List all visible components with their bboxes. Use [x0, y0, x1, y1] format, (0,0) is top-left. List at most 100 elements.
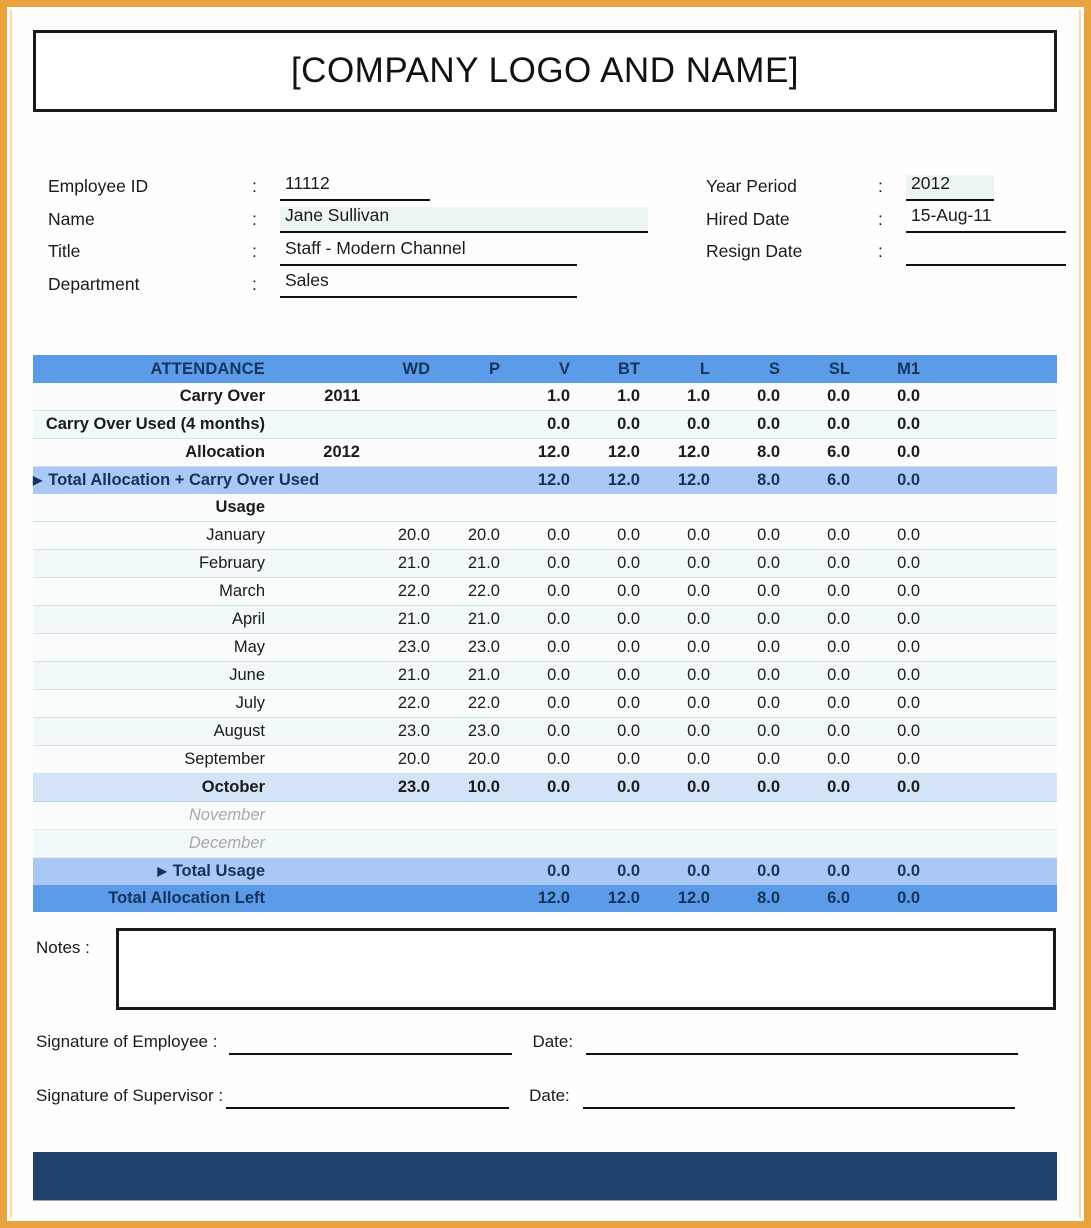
month-tail	[933, 549, 1057, 578]
month-sl-value: 0.0	[793, 689, 863, 718]
month-label: March	[33, 577, 278, 606]
month-p-value: 21.0	[443, 605, 513, 634]
table-row-total-allocation[interactable]: ▶ Total Allocation + Carry Over Used 12.0…	[33, 466, 1057, 495]
header-spacer	[278, 355, 373, 383]
month-year-spacer	[278, 773, 373, 802]
allocation-bt: 12.0	[583, 438, 653, 467]
col-header-l: L	[699, 359, 710, 378]
carry-over-used-p	[443, 410, 513, 439]
table-row-month: December	[33, 829, 1057, 858]
table-row-month: February 21.0 21.0 0.0 0.0 0.0 0.0 0.0 0.0	[33, 549, 1057, 578]
month-label: September	[33, 745, 278, 774]
allocation-sl: 6.0	[793, 438, 863, 467]
row-label-total-allocation: ▶ Total Allocation + Carry Over Used	[33, 467, 319, 495]
year-period-input[interactable]: 2012	[906, 174, 994, 201]
month-s-value: 0.0	[723, 605, 793, 634]
month-sl-value	[793, 829, 863, 858]
title-input[interactable]: Staff - Modern Channel	[280, 239, 577, 266]
month-tail	[933, 689, 1057, 718]
carry-over-used-year	[278, 410, 373, 439]
col-header-p: P	[488, 359, 500, 378]
expand-triangle-icon[interactable]: ▶	[157, 865, 166, 877]
month-label: June	[33, 661, 278, 690]
month-wd-value: 20.0	[373, 521, 443, 550]
allocation-tail	[933, 438, 1057, 467]
month-m1-value: 0.0	[863, 661, 933, 690]
allocation-year: 2012	[278, 438, 373, 467]
employee-date-label: Date:	[532, 1032, 574, 1051]
total-allocation-bt: 12.0	[607, 471, 640, 489]
table-row-month: September 20.0 20.0 0.0 0.0 0.0 0.0 0.0 0.0	[33, 745, 1057, 774]
supervisor-date-input[interactable]	[582, 1085, 1015, 1109]
allocation-s: 8.0	[723, 438, 793, 467]
employee-signature-input[interactable]	[229, 1031, 513, 1055]
month-m1-value	[863, 801, 933, 830]
expand-triangle-icon[interactable]: ▶	[33, 474, 42, 486]
month-wd-value	[373, 829, 443, 858]
total-left-s: 8.0	[757, 889, 780, 907]
month-wd-value: 21.0	[373, 605, 443, 634]
month-p-value: 10.0	[443, 773, 513, 802]
total-left-l: 12.0	[677, 889, 710, 907]
month-s-value: 0.0	[723, 577, 793, 606]
table-row-month: November	[33, 801, 1057, 830]
month-wd-value: 22.0	[373, 689, 443, 718]
month-l-value: 0.0	[653, 577, 723, 606]
col-header-v: V	[558, 359, 570, 378]
month-m1-value: 0.0	[863, 773, 933, 802]
total-allocation-v: 12.0	[537, 471, 570, 489]
supervisor-signature-input[interactable]	[226, 1085, 510, 1109]
attendance-form-page: [COMPANY LOGO AND NAME] Employee ID : 11…	[0, 0, 1091, 1228]
month-bt-value: 0.0	[583, 521, 653, 550]
month-s-value: 0.0	[723, 745, 793, 774]
carry-over-p	[443, 383, 513, 411]
month-bt-value: 0.0	[583, 661, 653, 690]
month-l-value: 0.0	[653, 717, 723, 746]
month-s-value	[723, 829, 793, 858]
month-bt-value: 0.0	[583, 717, 653, 746]
month-l-value: 0.0	[653, 633, 723, 662]
month-label: July	[33, 689, 278, 718]
field-employee-id: Employee ID : 11112	[48, 168, 658, 201]
field-title: Title : Staff - Modern Channel	[48, 233, 658, 266]
supervisor-signature-label: Signature of Supervisor :	[36, 1086, 224, 1105]
month-s-value: 0.0	[723, 773, 793, 802]
month-v-value: 0.0	[513, 745, 583, 774]
total-usage-bt: 0.0	[617, 862, 640, 880]
employee-id-input[interactable]: 11112	[280, 174, 430, 201]
carry-over-tail	[933, 383, 1057, 411]
carry-over-used-s: 0.0	[723, 410, 793, 439]
month-year-spacer	[278, 605, 373, 634]
month-v-value: 0.0	[513, 689, 583, 718]
employee-date-input[interactable]	[586, 1031, 1019, 1055]
carry-over-sl: 0.0	[793, 383, 863, 411]
table-row-month: May 23.0 23.0 0.0 0.0 0.0 0.0 0.0 0.0	[33, 633, 1057, 662]
year-period-colon: :	[878, 176, 883, 196]
month-sl-value: 0.0	[793, 661, 863, 690]
allocation-l: 12.0	[653, 438, 723, 467]
usage-label-v	[513, 494, 583, 522]
department-input[interactable]: Sales	[280, 271, 577, 298]
footer-bar	[33, 1152, 1057, 1201]
month-p-value: 23.0	[443, 717, 513, 746]
month-tail	[933, 773, 1057, 802]
month-l-value: 0.0	[653, 549, 723, 578]
employee-info-right-column: Year Period : 2012 Hired Date : 15-Aug-1…	[706, 168, 1086, 266]
month-year-spacer	[278, 689, 373, 718]
month-rows-body: January 20.0 20.0 0.0 0.0 0.0 0.0 0.0 0.0 Februar…	[33, 521, 1057, 858]
col-header-tail	[933, 355, 1057, 383]
notes-input[interactable]	[116, 928, 1056, 1010]
month-sl-value: 0.0	[793, 633, 863, 662]
name-colon: :	[252, 208, 257, 229]
total-allocation-l: 12.0	[677, 471, 710, 489]
employee-info-left-column: Employee ID : 11112 Name : Jane Sullivan…	[48, 168, 658, 298]
month-sl-value: 0.0	[793, 745, 863, 774]
resign-date-input[interactable]	[906, 240, 1066, 266]
month-year-spacer	[278, 661, 373, 690]
table-row-allocation: Allocation 2012 12.0 12.0 12.0 8.0 6.0 0…	[33, 438, 1057, 467]
month-m1-value: 0.0	[863, 521, 933, 550]
hired-date-input[interactable]: 15-Aug-11	[906, 206, 1066, 233]
month-tail	[933, 633, 1057, 662]
table-row-total-usage[interactable]: ▶ Total Usage 0.0 0.0 0.0 0.0 0.0 0.0	[33, 857, 1057, 885]
name-input[interactable]: Jane Sullivan	[280, 206, 648, 233]
